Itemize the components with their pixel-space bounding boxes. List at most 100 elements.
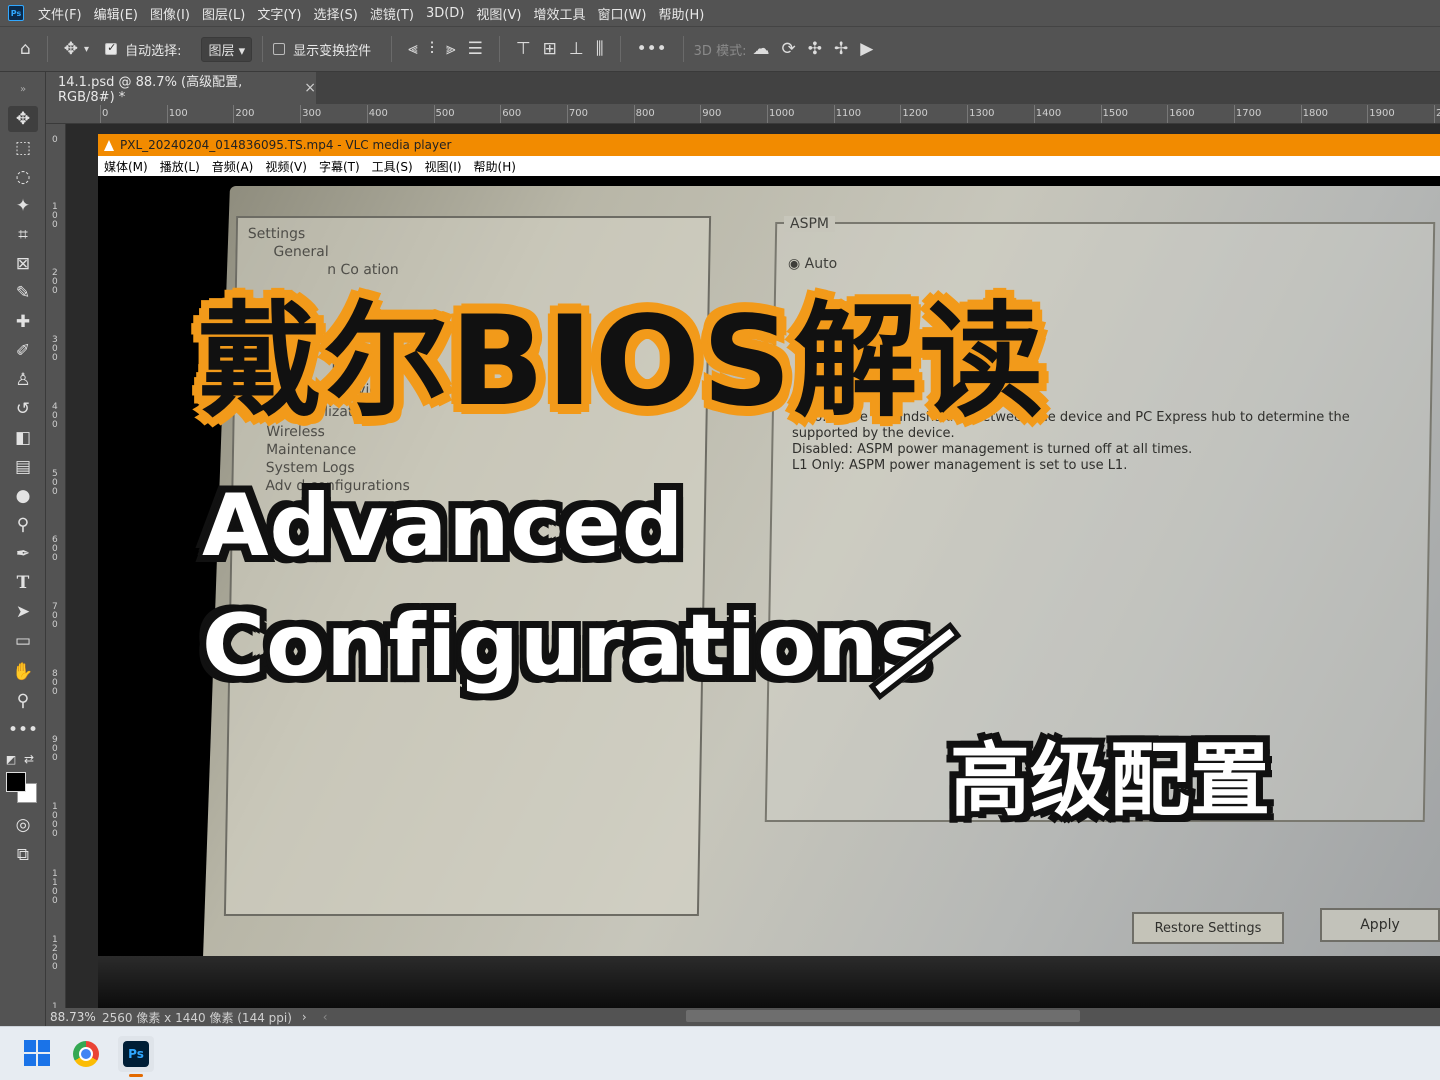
align-top-icon[interactable]: ⊤ (516, 39, 531, 59)
ruler-tick (633, 105, 635, 123)
eraser-tool-icon[interactable]: ◧ (8, 425, 38, 451)
apply-button: Apply (1320, 908, 1440, 942)
scroll-left-arrow-icon[interactable]: ‹ (323, 1010, 328, 1024)
ruler-tick (433, 105, 435, 123)
quick-mask-icon[interactable]: ◎ (8, 812, 38, 838)
stamp-tool-icon[interactable]: ♙ (8, 367, 38, 393)
menu-image[interactable]: 图像(I) (150, 4, 190, 23)
dodge-tool-icon[interactable]: ⚲ (8, 512, 38, 538)
lasso-tool-icon[interactable]: ◌ (8, 164, 38, 190)
menu-select[interactable]: 选择(S) (313, 4, 357, 23)
edit-toolbar-icon[interactable]: ••• (8, 717, 38, 743)
menu-layer[interactable]: 图层(L) (202, 4, 245, 23)
menu-plugins[interactable]: 增效工具 (533, 4, 585, 23)
show-transform-checkbox[interactable] (273, 43, 286, 55)
tools-panel: » ✥ ⬚ ◌ ✦ ⌗ ⊠ ✎ ✚ ✐ ♙ ↺ ◧ ▤ ● ⚲ ✒ T ➤ ▭ … (0, 72, 46, 1026)
zoom-level[interactable]: 88.73% (46, 1010, 102, 1024)
frame-tool-icon[interactable]: ⊠ (8, 251, 38, 277)
close-icon[interactable]: × (304, 80, 316, 96)
overlay-subtitle-advanced: Advanced (202, 476, 685, 576)
vlc-menu-video: 视频(V) (265, 159, 307, 174)
slide-3d-icon[interactable]: ✢ (834, 39, 848, 59)
document-tab[interactable]: 14.1.psd @ 88.7% (高级配置, RGB/8#) * × (46, 72, 316, 105)
crop-tool-icon[interactable]: ⌗ (8, 222, 38, 248)
overlay-title: 戴尔BIOS解读 (198, 290, 1046, 434)
ruler-label: 1400 (1035, 108, 1062, 119)
chevron-down-icon[interactable]: ▾ (84, 44, 89, 55)
swap-colors-icon[interactable]: ⇄ (20, 746, 38, 772)
chrome-icon[interactable] (68, 1036, 104, 1072)
ruler-label: 600 (52, 535, 58, 564)
align-bottom-icon[interactable]: ⊥ (569, 39, 584, 59)
screen-mode-icon[interactable]: ⧉ (8, 842, 38, 868)
video-frame: Settings General n Co ation nar Ma ehavi… (98, 176, 1440, 1008)
align-middle-icon[interactable]: ⊞ (543, 39, 557, 59)
menu-view[interactable]: 视图(V) (476, 4, 521, 23)
rectangle-tool-icon[interactable]: ▭ (8, 628, 38, 654)
auto-select-checkbox[interactable] (105, 41, 118, 55)
type-tool-icon[interactable]: T (8, 570, 38, 596)
gradient-tool-icon[interactable]: ▤ (8, 454, 38, 480)
default-colors-icon[interactable]: ◩ (2, 746, 20, 772)
hand-tool-icon[interactable]: ✋ (8, 659, 38, 685)
more-options-icon[interactable]: ••• (637, 39, 667, 59)
photoshop-logo-icon[interactable]: Ps (8, 5, 24, 21)
path-selection-tool-icon[interactable]: ➤ (8, 599, 38, 625)
ruler-tick (300, 105, 302, 123)
menu-3d[interactable]: 3D(D) (426, 6, 464, 21)
foreground-color-swatch[interactable] (6, 772, 26, 792)
move-tool-icon[interactable]: ✥ (64, 39, 78, 59)
brush-tool-icon[interactable]: ✐ (8, 338, 38, 364)
menu-edit[interactable]: 编辑(E) (94, 4, 138, 23)
collapse-icon[interactable]: » (8, 76, 38, 102)
align-center-h-icon[interactable]: ⫶ (430, 39, 434, 59)
overlay-subtitle-configurations: Configurations (202, 596, 932, 696)
marquee-tool-icon[interactable]: ⬚ (8, 135, 38, 161)
orbit-3d-icon[interactable]: ☁ (752, 39, 769, 59)
menu-filter[interactable]: 滤镜(T) (370, 4, 414, 23)
roll-3d-icon[interactable]: ⟳ (781, 39, 795, 59)
ruler-label: 200 (52, 268, 58, 297)
photoshop-taskbar-icon[interactable]: Ps (118, 1036, 154, 1077)
info-menu-arrow-icon[interactable]: › (302, 1010, 307, 1024)
history-brush-tool-icon[interactable]: ↺ (8, 396, 38, 422)
windows-start-icon[interactable] (20, 1036, 56, 1072)
auto-select-dropdown[interactable]: 图层 ▾ (201, 36, 253, 62)
desc-line: Disabled: ASPM power management is turne… (792, 442, 1193, 457)
align-right-icon[interactable]: ⫸ (446, 39, 456, 59)
menu-help[interactable]: 帮助(H) (658, 4, 704, 23)
ruler-tick (1033, 105, 1035, 123)
horizontal-ruler[interactable]: 0 100 200 300 400 500 600 700 800 900 1000 1100 1200… (46, 104, 1440, 124)
eyedropper-tool-icon[interactable]: ✎ (8, 280, 38, 306)
align-left-icon[interactable]: ⫷ (408, 39, 418, 59)
distribute-h-icon[interactable]: ☰ (468, 39, 483, 59)
divider (262, 36, 264, 62)
magic-wand-tool-icon[interactable]: ✦ (8, 193, 38, 219)
zoom-tool-icon[interactable]: ⚲ (8, 688, 38, 714)
canvas-area[interactable]: PXL_20240204_014836095.TS.mp4 - VLC medi… (66, 124, 1440, 1008)
divider (682, 36, 684, 62)
menu-file[interactable]: 文件(F) (38, 4, 82, 23)
tree-item-general: General (273, 244, 329, 260)
home-icon[interactable]: ⌂ (20, 39, 31, 59)
ruler-label: 900 (702, 108, 722, 119)
vertical-ruler[interactable]: 0 100 200 300 400 500 600 700 800 900 1000 1100 1200… (46, 124, 66, 1012)
tree-item-maintenance: Maintenance (265, 442, 357, 458)
ruler-label: 20 (1436, 108, 1440, 119)
menu-type[interactable]: 文字(Y) (257, 4, 301, 23)
ruler-label: 500 (52, 468, 58, 497)
ruler-label: 1100 (52, 868, 58, 906)
ruler-label: 1300 (969, 108, 995, 119)
ruler-tick (833, 105, 835, 123)
pen-tool-icon[interactable]: ✒ (8, 541, 38, 567)
healing-brush-tool-icon[interactable]: ✚ (8, 309, 38, 335)
blur-tool-icon[interactable]: ● (8, 483, 38, 509)
distribute-v-icon[interactable]: ⫼ (596, 39, 604, 59)
menu-window[interactable]: 窗口(W) (597, 4, 646, 23)
ruler-label: 1900 (1369, 108, 1395, 119)
pan-3d-icon[interactable]: ✣ (808, 39, 822, 59)
move-tool-icon[interactable]: ✥ (8, 106, 38, 132)
horizontal-scrollbar[interactable] (686, 1010, 1080, 1022)
document-info: 2560 像素 x 1440 像素 (144 ppi) (102, 1010, 292, 1025)
camera-3d-icon[interactable]: ▶ (860, 39, 873, 59)
